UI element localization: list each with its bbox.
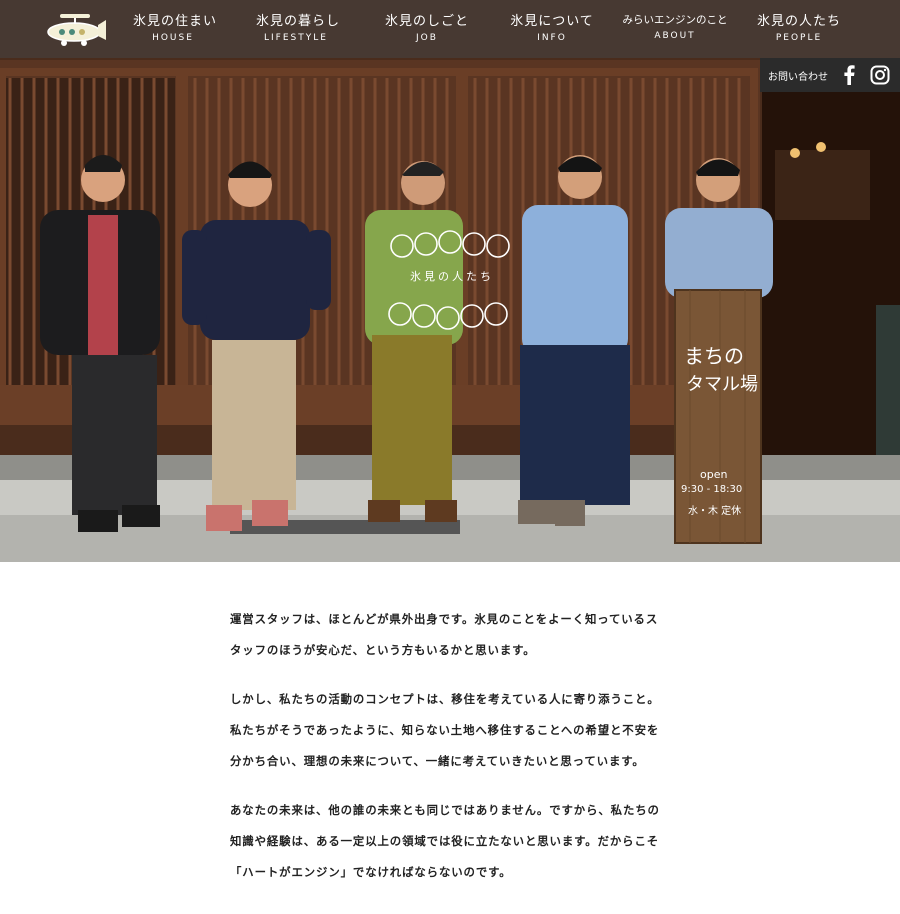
article-paragraph-2: しかし、私たちの活動のコンセプトは、移住を考えている人に寄り添うこと。私たちがそ… [230, 692, 660, 768]
top-navbar: 氷見の住まい HOUSE 氷見の暮らし LIFESTYLE 氷見のしごと JOB… [0, 0, 900, 58]
nav-lifestyle-en: LIFESTYLE [264, 33, 328, 43]
people-badge: 氷見の人たち [384, 228, 520, 334]
nav-about-en: ABOUT [654, 31, 696, 41]
nav-people-jp: 氷見の人たち [756, 14, 841, 29]
social-subbar: お問い合わせ [760, 58, 900, 92]
instagram-icon[interactable] [870, 65, 890, 85]
nav-people[interactable]: 氷見の人たち PEOPLE [746, 10, 852, 43]
sign-closed: 水・木 定休 [688, 506, 742, 517]
article-body: 運営スタッフは、ほとんどが県外出身です。氷見のことをよーく知っているスタッフのほ… [230, 604, 670, 906]
badge-title: 氷見の人たち [410, 270, 494, 283]
nav-info-jp: 氷見について [510, 14, 594, 29]
nav-info[interactable]: 氷見について INFO [502, 10, 602, 43]
nav-job-en: JOB [416, 33, 438, 43]
nav-lifestyle-jp: 氷見の暮らし [256, 14, 341, 29]
facebook-icon[interactable] [842, 65, 856, 85]
nav-house[interactable]: 氷見の住まい HOUSE [133, 10, 218, 43]
nav-job[interactable]: 氷見のしごと JOB [379, 10, 475, 43]
nav-job-jp: 氷見のしごと [384, 14, 469, 29]
nav-about[interactable]: みらいエンジンのこと ABOUT [622, 12, 728, 41]
nav-people-en: PEOPLE [775, 33, 823, 43]
person-3 [365, 161, 463, 522]
sign-open: open [700, 468, 728, 481]
article-paragraph-1: 運営スタッフは、ほとんどが県外出身です。氷見のことをよーく知っているスタッフのほ… [230, 612, 659, 657]
site-logo-airplane-icon[interactable] [40, 10, 108, 48]
nav-info-en: INFO [537, 33, 567, 43]
nav-about-jp: みらいエンジンのこと [622, 14, 728, 26]
sign-line1: まちの [684, 344, 744, 368]
nav-lifestyle[interactable]: 氷見の暮らし LIFESTYLE [256, 10, 341, 43]
person-4 [518, 155, 630, 526]
nav-house-jp: 氷見の住まい [133, 14, 218, 29]
sign-hours: 9:30 - 18:30 [681, 484, 743, 495]
article-paragraph-3: あなたの未来は、他の誰の未来とも同じではありません。ですから、私たちの知識や経験… [230, 803, 660, 879]
contact-link[interactable]: お問い合わせ [768, 68, 828, 83]
sign-line2: タマル場 [686, 374, 758, 395]
nav-house-en: HOUSE [152, 33, 194, 43]
